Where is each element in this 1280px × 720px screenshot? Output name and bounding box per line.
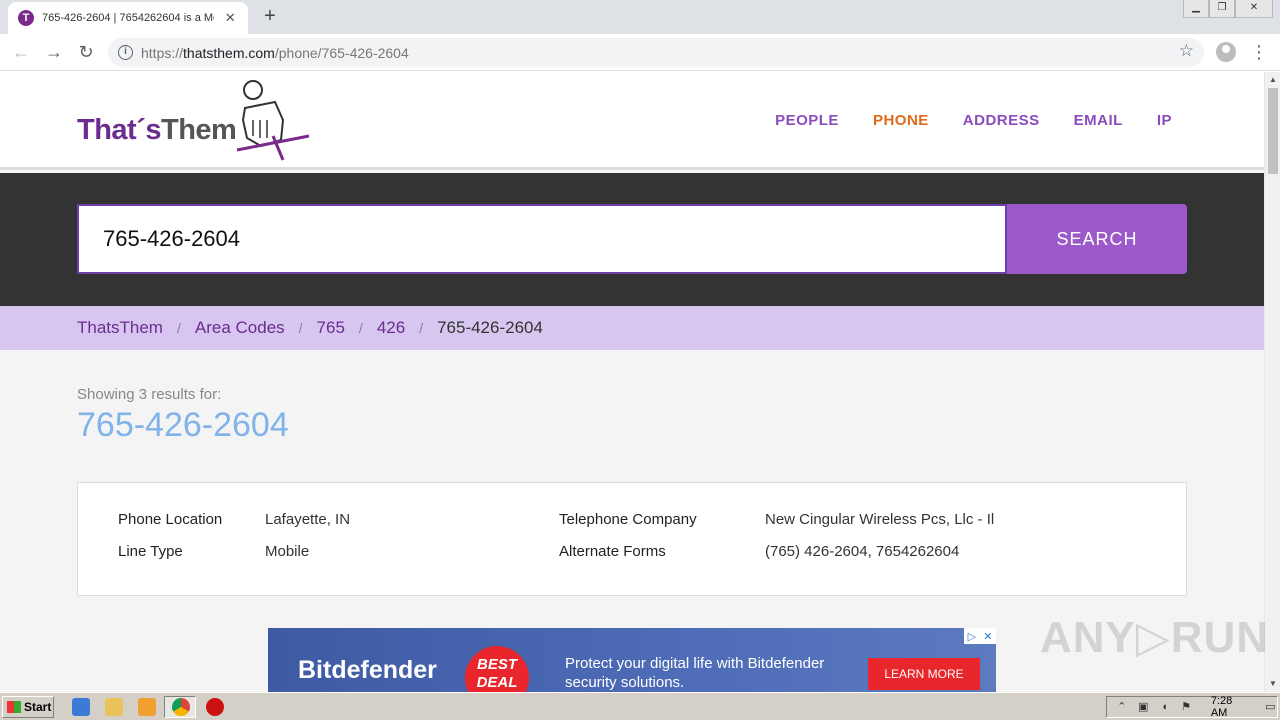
results-caption: Showing 3 results for: [77, 386, 222, 403]
windows-taskbar: Start ⌃ ▣ ◖ ⚑ 7:28 AM ▭ [0, 692, 1280, 720]
main-nav: PEOPLE PHONE ADDRESS EMAIL IP [775, 112, 1264, 129]
nav-email[interactable]: EMAIL [1074, 112, 1123, 129]
breadcrumb-area-code[interactable]: 765 [317, 318, 345, 338]
bookmark-star-icon[interactable]: ☆ [1179, 41, 1194, 61]
breadcrumb-separator: / [176, 320, 181, 336]
back-arrow-icon[interactable]: ← [9, 40, 33, 64]
tab-close-icon[interactable]: ✕ [222, 10, 238, 26]
breadcrumb-separator: / [298, 320, 303, 336]
system-tray: ⌃ ▣ ◖ ⚑ 7:28 AM ▭ [1106, 695, 1278, 719]
ad-choices-icon[interactable]: ▷ [968, 630, 976, 643]
system-clock: 7:28 AM [1210, 695, 1233, 719]
breadcrumb-current: 765-426-2604 [437, 318, 543, 337]
ad-choices[interactable]: ▷ ✕ [964, 628, 996, 644]
internet-explorer-icon[interactable] [72, 698, 90, 716]
start-button[interactable]: Start [2, 696, 54, 718]
telephone-company-value: New Cingular Wireless Pcs, Llc - Il [765, 511, 995, 528]
results-phone-number: 765-426-2604 [77, 406, 289, 444]
search-input[interactable] [77, 204, 1007, 274]
phone-location-value: Lafayette, IN [265, 511, 351, 528]
opera-icon[interactable] [206, 698, 224, 716]
ad-text: Protect your digital life with Bitdefend… [565, 655, 825, 691]
search-band: SEARCH [0, 173, 1264, 306]
watermark-logo: ANY▷RUN [1040, 613, 1270, 662]
nav-address[interactable]: ADDRESS [963, 112, 1040, 129]
phone-location-label: Phone Location [118, 511, 223, 528]
phone-info-card: Phone Location Lafayette, IN Line Type M… [77, 482, 1187, 596]
breadcrumb-separator: / [419, 320, 424, 336]
breadcrumb-area-codes[interactable]: Area Codes [195, 318, 285, 338]
address-bar[interactable]: i https://thatsthem.com/phone/765-426-26… [108, 38, 1204, 67]
browser-toolbar: ← → ↻ i https://thatsthem.com/phone/765-… [0, 34, 1280, 71]
chrome-icon [172, 698, 190, 716]
alternate-forms-value: (765) 426-2604, 7654262604 [765, 543, 960, 560]
volume-icon[interactable]: ◖ [1158, 700, 1171, 714]
telephone-company-label: Telephone Company [559, 511, 697, 528]
breadcrumb-home[interactable]: ThatsThem [77, 318, 163, 338]
line-type-label: Line Type [118, 543, 183, 560]
logo-wordmark: That´sThem [77, 114, 237, 146]
ad-badge: BEST DEAL [465, 646, 529, 692]
restore-icon[interactable]: ❐ [1209, 0, 1235, 18]
nav-phone[interactable]: PHONE [873, 112, 929, 129]
ad-close-icon[interactable]: ✕ [983, 630, 992, 643]
window-close-icon[interactable]: ✕ [1235, 0, 1273, 18]
breadcrumb: ThatsThem / Area Codes / 765 / 426 / 765… [0, 306, 1264, 350]
start-label: Start [24, 700, 52, 714]
forward-arrow-icon[interactable]: → [42, 40, 66, 64]
search-button[interactable]: SEARCH [1007, 204, 1187, 274]
info-icon[interactable]: i [118, 45, 133, 60]
flag-icon[interactable]: ⚑ [1179, 700, 1192, 714]
nav-ip[interactable]: IP [1157, 112, 1172, 129]
reload-icon[interactable]: ↻ [74, 40, 98, 64]
breadcrumb-prefix[interactable]: 426 [377, 318, 405, 338]
tab-strip: T 765-426-2604 | 7654262604 is a Mo ✕ + … [0, 0, 1280, 34]
show-desktop-icon[interactable]: ▭ [1264, 700, 1277, 714]
tray-expand-icon[interactable]: ⌃ [1115, 700, 1128, 714]
scroll-up-icon[interactable]: ▲ [1265, 72, 1280, 88]
tab-favicon-icon: T [18, 10, 34, 26]
nav-people[interactable]: PEOPLE [775, 112, 839, 129]
minimize-icon[interactable]: ▁ [1183, 0, 1209, 18]
kebab-menu-icon[interactable]: ⋮ [1250, 40, 1268, 64]
media-player-icon[interactable] [138, 698, 156, 716]
folder-icon[interactable] [105, 698, 123, 716]
ad-learn-more-button[interactable]: LEARN MORE [868, 658, 980, 690]
network-icon[interactable]: ▣ [1136, 700, 1149, 714]
line-type-value: Mobile [265, 543, 310, 560]
site-header: That´sThem PEOPLE PHONE ADDRESS EMAIL IP [0, 72, 1264, 170]
windows-flag-icon [7, 701, 21, 713]
ad-brand: Bitdefender [298, 656, 437, 684]
scroll-down-icon[interactable]: ▼ [1265, 676, 1280, 692]
site-logo[interactable]: That´sThem [77, 80, 317, 166]
profile-avatar-icon[interactable] [1216, 42, 1236, 62]
chrome-taskbar-button[interactable] [164, 696, 196, 718]
alternate-forms-label: Alternate Forms [559, 543, 666, 560]
browser-tab[interactable]: T 765-426-2604 | 7654262604 is a Mo ✕ [8, 2, 248, 34]
scroll-thumb[interactable] [1268, 88, 1278, 174]
page-viewport: That´sThem PEOPLE PHONE ADDRESS EMAIL IP… [0, 72, 1264, 692]
url-text: https://thatsthem.com/phone/765-426-2604 [141, 44, 409, 61]
page-scrollbar[interactable]: ▲ ▼ [1264, 72, 1280, 692]
new-tab-icon[interactable]: + [258, 5, 282, 29]
tab-title: 765-426-2604 | 7654262604 is a Mo [42, 12, 215, 24]
breadcrumb-separator: / [358, 320, 363, 336]
advertisement-banner[interactable]: Bitdefender BEST DEAL Protect your digita… [268, 628, 996, 692]
